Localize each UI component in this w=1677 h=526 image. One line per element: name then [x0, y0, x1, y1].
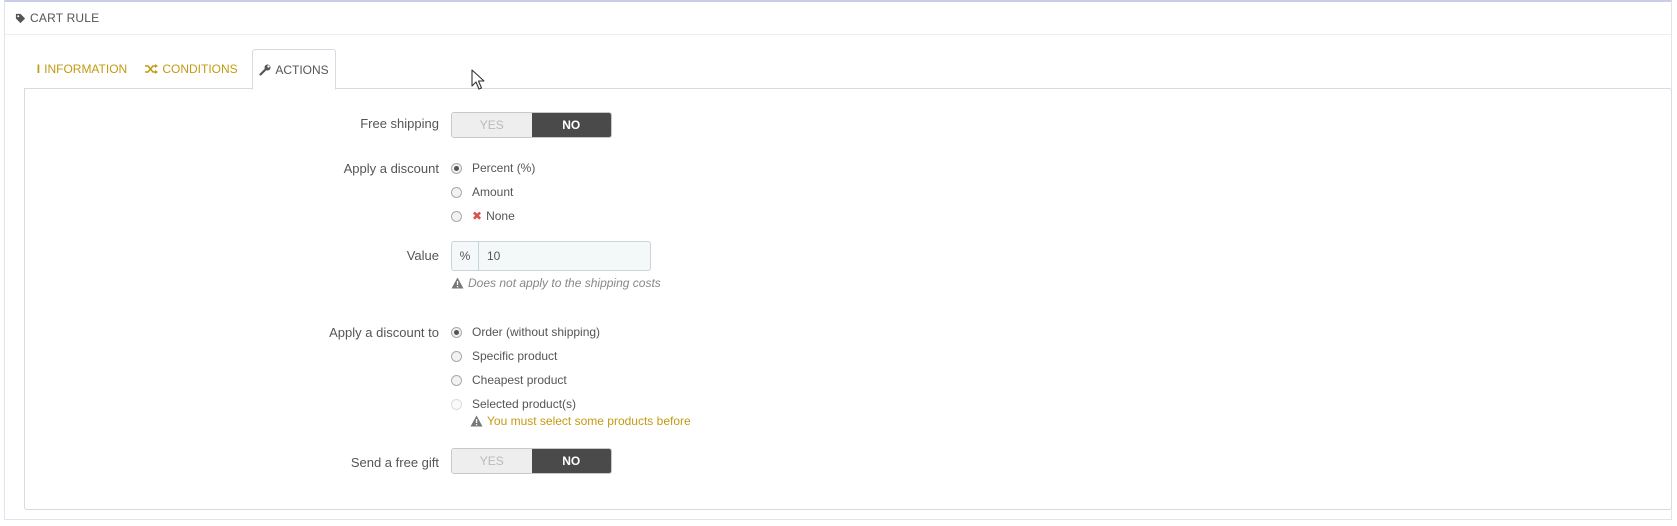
actions-tab-content	[24, 88, 1672, 510]
tag-icon	[15, 13, 26, 23]
free-gift-label: Send a free gift	[350, 455, 439, 470]
discount-to-cheapest-product[interactable]: Cheapest product	[451, 371, 567, 389]
radio-selected-products[interactable]	[451, 398, 462, 410]
free-gift-no[interactable]: NO	[531, 449, 611, 473]
free-gift-yes[interactable]: YES	[452, 449, 532, 473]
radio-order[interactable]	[451, 326, 462, 338]
value-help-text: Does not apply to the shipping costs	[468, 276, 661, 290]
free-shipping-no[interactable]: NO	[531, 113, 611, 137]
option-label: Selected product(s)	[472, 397, 577, 411]
mouse-cursor-icon	[471, 69, 485, 90]
warning-icon	[470, 415, 483, 427]
wrench-icon	[259, 64, 271, 76]
warning-icon	[451, 277, 464, 289]
radio-cheapest-product[interactable]	[451, 374, 462, 386]
option-label: Order (without shipping)	[472, 325, 601, 339]
discount-option-none[interactable]: ✖ None	[451, 207, 515, 225]
option-label: None	[486, 209, 515, 223]
tab-conditions[interactable]: CONDITIONS	[139, 49, 244, 89]
discount-option-percent[interactable]: Percent (%)	[451, 159, 535, 177]
panel-title: CART RULE	[30, 11, 100, 25]
discount-to-selected-products[interactable]: Selected product(s)	[451, 395, 576, 413]
discount-to-order[interactable]: Order (without shipping)	[451, 323, 600, 341]
free-gift-switch[interactable]: YES NO	[451, 448, 612, 474]
option-label: Specific product	[472, 349, 558, 363]
tab-actions-label: ACTIONS	[275, 62, 329, 77]
tab-conditions-label: CONDITIONS	[162, 62, 238, 76]
radio-none[interactable]	[451, 210, 462, 222]
selected-products-warning: You must select some products before	[470, 414, 691, 428]
close-icon: ✖	[472, 209, 483, 223]
shuffle-icon	[145, 64, 159, 74]
discount-option-amount[interactable]: Amount	[451, 183, 513, 201]
percent-addon: %	[452, 242, 479, 270]
apply-discount-to-label: Apply a discount to	[329, 325, 439, 340]
panel-heading: CART RULE	[5, 2, 1671, 35]
radio-specific-product[interactable]	[451, 350, 462, 362]
radio-percent[interactable]	[451, 162, 462, 174]
tab-information[interactable]: i INFORMATION	[32, 49, 132, 89]
value-input-group: %	[451, 241, 651, 271]
option-label: Percent (%)	[472, 161, 536, 175]
tab-information-label: INFORMATION	[44, 62, 128, 76]
info-icon: i	[36, 62, 41, 76]
option-label: Cheapest product	[472, 373, 567, 387]
radio-amount[interactable]	[451, 186, 462, 198]
option-label: Amount	[472, 185, 514, 199]
value-label: Value	[406, 248, 439, 263]
value-input[interactable]	[479, 242, 650, 270]
free-shipping-yes[interactable]: YES	[452, 113, 532, 137]
discount-to-specific-product[interactable]: Specific product	[451, 347, 557, 365]
selected-products-warning-text: You must select some products before	[487, 414, 691, 428]
apply-discount-label: Apply a discount	[343, 161, 439, 176]
free-shipping-label: Free shipping	[360, 116, 439, 131]
tab-actions[interactable]: ACTIONS	[252, 49, 336, 90]
free-shipping-switch[interactable]: YES NO	[451, 112, 612, 138]
value-help: Does not apply to the shipping costs	[451, 276, 661, 290]
